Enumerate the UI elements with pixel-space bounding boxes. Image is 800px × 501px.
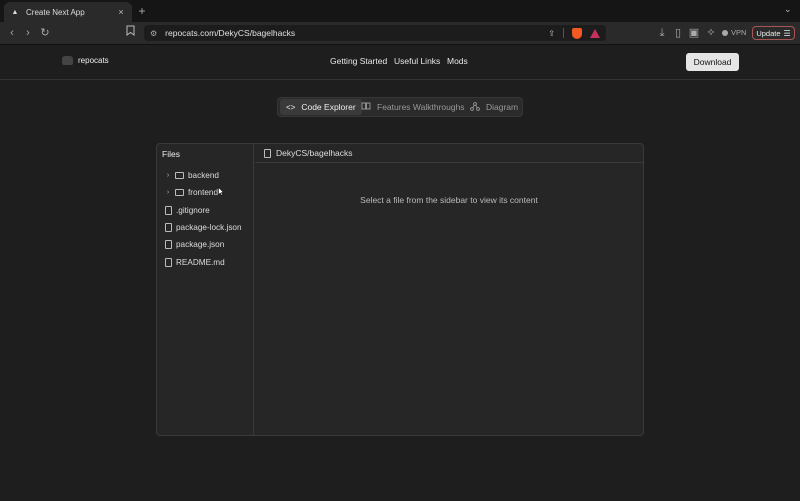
sidebar-title: Files <box>162 149 180 159</box>
new-tab-button[interactable]: + <box>136 3 148 19</box>
vpn-label: VPN <box>731 28 747 37</box>
file-icon <box>165 257 172 267</box>
leo-ai-icon[interactable]: ✧ <box>703 25 719 41</box>
brand-name: repocats <box>78 56 109 65</box>
vercel-icon: ▲ <box>11 8 19 16</box>
update-label: Update <box>756 28 781 38</box>
close-tab-icon[interactable]: × <box>116 7 126 17</box>
download-button[interactable]: Download <box>686 53 739 71</box>
mouse-cursor-icon <box>218 183 225 196</box>
file-icon <box>165 222 172 232</box>
tree-item-frontend[interactable]: › frontend <box>165 186 218 198</box>
chevron-right-icon: › <box>166 188 170 196</box>
folder-icon <box>175 188 184 196</box>
nav-useful-links[interactable]: Useful Links <box>394 56 440 66</box>
chevron-right-icon: › <box>166 171 170 179</box>
tree-item-package-json[interactable]: package.json <box>165 238 224 250</box>
tree-item-backend[interactable]: › backend <box>165 169 219 181</box>
tree-item-label: package.json <box>176 239 225 249</box>
vpn-button[interactable]: VPN <box>722 28 746 37</box>
file-icon <box>165 239 172 249</box>
site-settings-icon[interactable]: ⚙ <box>150 29 157 38</box>
brave-shields-icon[interactable] <box>572 27 582 39</box>
url-text: repocats.com/DekyCS/bagelhacks <box>165 28 296 38</box>
downloads-icon[interactable]: ⤓ <box>654 25 670 41</box>
nav-getting-started[interactable]: Getting Started <box>330 56 387 66</box>
tab-label: Code Explorer <box>301 102 356 112</box>
folder-icon <box>175 171 184 179</box>
address-bar[interactable]: ⚙ repocats.com/DekyCS/bagelhacks ⇪ <box>144 25 606 41</box>
reload-icon[interactable]: ↻ <box>37 25 53 41</box>
breadcrumb: DekyCS/bagelhacks <box>264 148 353 158</box>
hamburger-menu-icon: ☰ <box>783 28 791 38</box>
share-icon[interactable]: ⇪ <box>548 29 555 38</box>
divider <box>563 28 564 38</box>
tab-diagram[interactable]: Diagram <box>470 99 518 115</box>
tree-item-gitignore[interactable]: .gitignore <box>165 204 210 216</box>
nav-mods[interactable]: Mods <box>447 56 468 66</box>
tab-features-walkthroughs[interactable]: Features Walkthroughs <box>361 99 465 115</box>
tab-label: Diagram <box>486 102 519 112</box>
brave-rewards-icon[interactable] <box>590 28 600 38</box>
tab-code-explorer[interactable]: <> Code Explorer <box>280 99 362 115</box>
file-icon <box>165 205 172 215</box>
forward-icon[interactable]: › <box>20 25 36 41</box>
diagram-icon <box>470 101 480 113</box>
tree-item-label: frontend <box>188 187 219 197</box>
tree-item-label: backend <box>188 170 219 180</box>
brand-logo[interactable]: repocats <box>62 56 109 65</box>
update-button[interactable]: Update ☰ <box>752 26 795 40</box>
sidebar-toggle-icon[interactable]: ▯ <box>670 25 686 41</box>
tree-item-label: README.md <box>176 257 225 267</box>
breadcrumb-path: DekyCS/bagelhacks <box>276 148 353 158</box>
cat-logo-icon <box>62 56 73 65</box>
tree-item-package-lock[interactable]: package-lock.json <box>165 221 242 233</box>
tab-label: Features Walkthroughs <box>377 102 465 112</box>
book-icon <box>361 102 371 112</box>
empty-state-message: Select a file from the sidebar to view i… <box>360 195 538 205</box>
code-icon: <> <box>286 102 296 112</box>
tree-item-label: package-lock.json <box>176 222 242 232</box>
browser-tab-title: Create Next App <box>26 7 85 17</box>
tree-item-label: .gitignore <box>176 205 210 215</box>
bookmark-icon[interactable] <box>122 25 138 41</box>
wallet-icon[interactable]: ▣ <box>686 25 702 41</box>
tab-menu-icon[interactable]: ⌄ <box>784 4 796 18</box>
browser-tab[interactable]: ▲ Create Next App × <box>4 2 132 22</box>
tree-item-readme[interactable]: README.md <box>165 256 225 268</box>
back-icon[interactable]: ‹ <box>4 25 20 41</box>
file-icon <box>264 148 271 158</box>
vpn-status-icon <box>722 29 728 36</box>
